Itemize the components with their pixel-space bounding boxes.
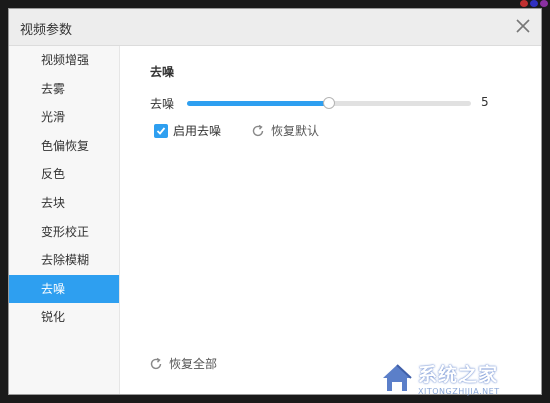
sidebar-item-sharpen[interactable]: 锐化 xyxy=(9,303,119,332)
sidebar-item-distortion[interactable]: 变形校正 xyxy=(9,218,119,247)
site-watermark: 系统之家 XITONGZHIJIA.NET xyxy=(380,356,548,400)
red-dot xyxy=(520,0,528,7)
refresh-icon xyxy=(149,357,163,371)
checkbox-label: 启用去噪 xyxy=(173,124,222,138)
sidebar-item-deblock[interactable]: 去块 xyxy=(9,189,119,218)
house-logo-icon xyxy=(383,364,412,391)
dialog-title: 视频参数 xyxy=(20,23,73,38)
reset-all-label: 恢复全部 xyxy=(169,357,218,371)
slider-thumb[interactable] xyxy=(323,97,335,109)
sidebar-item-denoise[interactable]: 去噪 xyxy=(9,274,119,304)
close-button[interactable] xyxy=(511,14,535,38)
corner-dots xyxy=(520,0,548,7)
video-params-dialog: 视频参数 视频增强 去雾 光滑 色偏恢复 反色 去块 变形校正 去除模糊 去噪 … xyxy=(8,8,542,395)
slider-label: 去噪 xyxy=(150,97,175,111)
sidebar-item-color-cast[interactable]: 色偏恢复 xyxy=(9,132,119,161)
reset-default-button[interactable]: 恢复默认 xyxy=(251,122,319,139)
section-title: 去噪 xyxy=(150,65,175,79)
settings-panel: 去噪 去噪 5 启用去噪 恢复默认 恢复全部 xyxy=(120,46,541,394)
sidebar-item-smooth[interactable]: 光滑 xyxy=(9,103,119,132)
denoise-slider[interactable] xyxy=(187,97,471,109)
purple-dot xyxy=(540,0,548,7)
sidebar-item-deblur[interactable]: 去除模糊 xyxy=(9,246,119,275)
reset-default-label: 恢复默认 xyxy=(271,124,320,138)
sidebar-item-invert[interactable]: 反色 xyxy=(9,160,119,189)
slider-fill xyxy=(187,101,329,106)
sidebar: 视频增强 去雾 光滑 色偏恢复 反色 去块 变形校正 去除模糊 去噪 锐化 xyxy=(9,46,120,394)
sidebar-item-defog[interactable]: 去雾 xyxy=(9,75,119,104)
blue-dot xyxy=(530,0,538,7)
enable-denoise-checkbox[interactable]: 启用去噪 xyxy=(154,122,221,139)
slider-value: 5 xyxy=(481,95,489,109)
watermark-text: 系统之家 xyxy=(418,364,499,386)
reset-all-button[interactable]: 恢复全部 xyxy=(149,355,217,372)
sidebar-item-video-enhance[interactable]: 视频增强 xyxy=(9,46,119,75)
checkbox-checked-icon[interactable] xyxy=(154,123,168,138)
close-icon xyxy=(516,19,530,33)
title-bar: 视频参数 xyxy=(9,9,541,46)
refresh-icon xyxy=(251,124,265,138)
watermark-subtext: XITONGZHIJIA.NET xyxy=(418,387,500,396)
